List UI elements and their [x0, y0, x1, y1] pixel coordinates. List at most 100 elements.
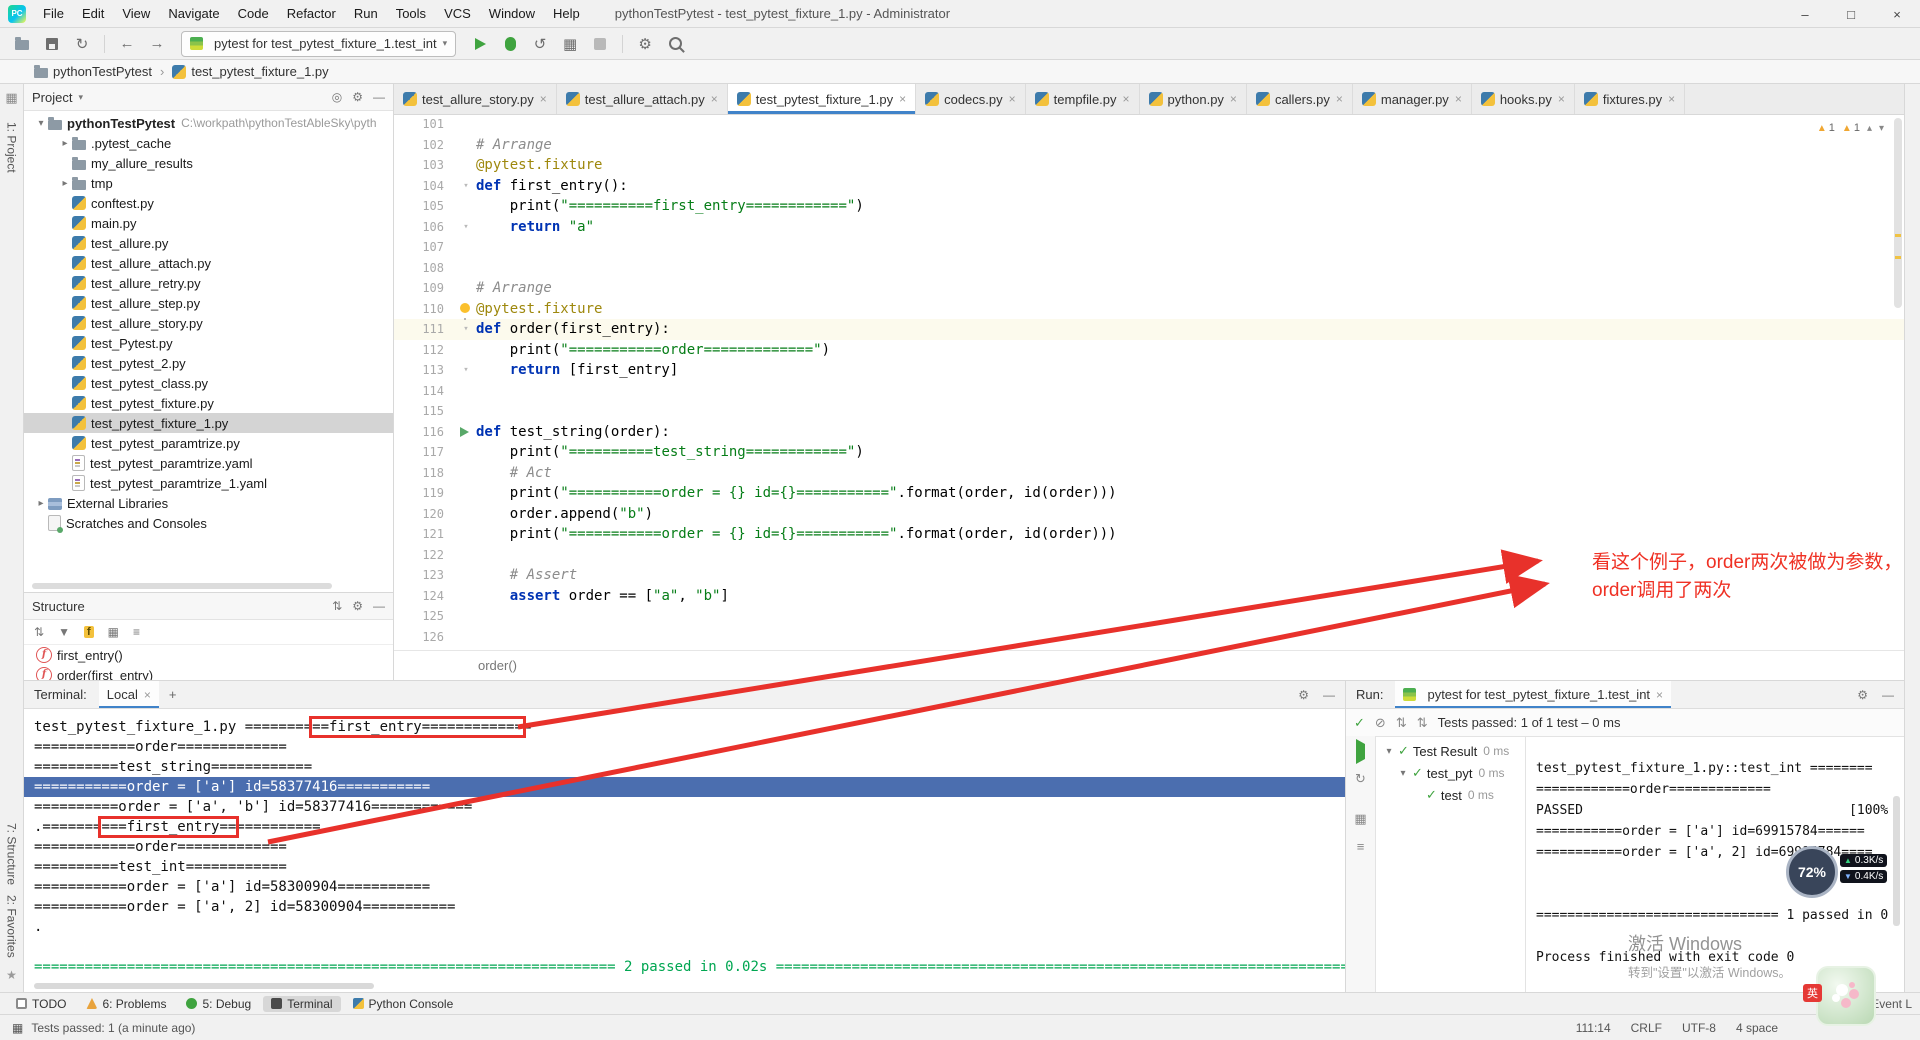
warning-indicator[interactable]: ▲ 1 [1817, 122, 1835, 134]
run-tab[interactable]: pytest for test_pytest_fixture_1.test_in… [1395, 681, 1672, 708]
tree-item-root[interactable]: ▾ pythonTestPytest C:\workpath\pythonTestA… [24, 113, 393, 133]
project-scrollbar[interactable] [32, 583, 332, 589]
code-line[interactable]: 118 # Act [394, 463, 1904, 484]
test-history-icon[interactable]: ▦ [1354, 811, 1366, 827]
sort-by-duration-icon[interactable]: ⇅ [1417, 715, 1428, 731]
tree-item[interactable]: test_pytest_paramtrize_1.yaml [24, 473, 393, 493]
warning-stripe-mark[interactable] [1895, 234, 1901, 237]
terminal-tab-local[interactable]: Local × [98, 681, 159, 708]
tree-item[interactable]: Scratches and Consoles [24, 513, 393, 533]
menu-item[interactable]: Tools [387, 0, 435, 27]
project-panel-header[interactable]: Project ▾ ◎ ⚙ — [24, 84, 393, 111]
options-menu-icon[interactable]: ≡ [1357, 839, 1365, 854]
terminal-line[interactable]: test_pytest_fixture_1.py ==========first… [34, 716, 1345, 738]
menu-item[interactable]: Navigate [159, 0, 228, 27]
menu-item[interactable]: Edit [73, 0, 113, 27]
terminal-line[interactable]: . [34, 917, 1345, 937]
show-passed-icon[interactable]: ✓ [1354, 715, 1365, 731]
show-fields-icon[interactable]: f [83, 626, 94, 638]
profiler-icon[interactable]: ▦ [558, 32, 582, 56]
editor-tab[interactable]: codecs.py × [916, 84, 1026, 114]
close-icon[interactable]: × [1230, 92, 1237, 106]
terminal-line[interactable]: ============order============= [34, 837, 1345, 857]
filter-icon[interactable]: ▼ [58, 625, 70, 639]
code-line[interactable]: 108 [394, 258, 1904, 279]
close-icon[interactable]: × [1123, 92, 1130, 106]
run-button[interactable] [468, 32, 492, 56]
terminal-line[interactable]: ========================================… [34, 957, 1345, 977]
console-line[interactable]: PASSED [100%]= [1536, 800, 1890, 821]
next-item-icon[interactable]: ▾ [1879, 123, 1884, 134]
structure-panel-header[interactable]: Structure ⇅ ⚙ — [24, 593, 393, 620]
tool-window-stripe-button[interactable]: 2: Favorites [5, 895, 19, 958]
tree-item[interactable]: test_pytest_class.py [24, 373, 393, 393]
hide-panel-icon[interactable]: — [373, 90, 385, 104]
tool-window-button-problems[interactable]: 6: Problems [78, 996, 174, 1012]
tool-window-button-python-console[interactable]: Python Console [345, 996, 462, 1012]
menu-item[interactable]: VCS [435, 0, 480, 27]
tool-window-button-terminal[interactable]: Terminal [263, 995, 341, 1012]
favorites-star-icon[interactable]: ★ [6, 968, 17, 982]
code-line[interactable]: 113 ▾ return [first_entry] [394, 360, 1904, 381]
rerun-failed-icon[interactable]: ↻ [1355, 771, 1366, 787]
menu-item[interactable]: Run [345, 0, 387, 27]
code-line[interactable]: 107 [394, 237, 1904, 258]
console-line[interactable]: test_pytest_fixture_1.py::test_int =====… [1536, 758, 1890, 779]
hide-panel-icon[interactable]: — [1882, 688, 1894, 702]
tree-item[interactable]: test_allure.py [24, 233, 393, 253]
tool-window-stripe-button[interactable]: 7: Structure [5, 823, 19, 885]
console-line[interactable]: Process finished with exit code 0 [1536, 947, 1890, 968]
terminal-line[interactable]: ===========order = ['a'] id=58377416====… [24, 777, 1345, 797]
search-everywhere-icon[interactable] [663, 32, 687, 56]
tree-item[interactable]: test_pytest_paramtrize.py [24, 433, 393, 453]
code-line[interactable]: 112 print("===========order=============… [394, 340, 1904, 361]
editor-scrollbar[interactable] [1894, 118, 1902, 308]
terminal-output[interactable]: test_pytest_fixture_1.py ==========first… [24, 709, 1345, 980]
tree-item[interactable]: test_pytest_fixture_1.py [24, 413, 393, 433]
tree-item[interactable]: ▸ tmp [24, 173, 393, 193]
console-line[interactable]: =============================== 1 passed… [1536, 905, 1890, 926]
close-icon[interactable]: × [1558, 92, 1565, 106]
chevron-down-icon[interactable]: ▾ [1396, 768, 1410, 779]
menu-item[interactable]: Window [480, 0, 544, 27]
editor-tab[interactable]: callers.py × [1247, 84, 1353, 114]
tree-item[interactable]: ▸ External Libraries [24, 493, 393, 513]
close-icon[interactable]: × [144, 688, 151, 702]
editor-tab[interactable]: test_allure_attach.py × [557, 84, 728, 114]
hide-panel-icon[interactable]: — [373, 599, 385, 613]
terminal-line[interactable]: ============order============= [34, 737, 1345, 757]
run-configuration-select[interactable]: pytest for test_pytest_fixture_1.test_in… [181, 30, 457, 57]
breadcrumb-item[interactable]: order() [478, 658, 517, 673]
code-line[interactable]: 102 # Arrange [394, 135, 1904, 156]
sort-icon[interactable]: ⇅ [332, 599, 342, 613]
gear-icon[interactable]: ⚙ [352, 90, 363, 104]
structure-item[interactable]: f order(first_entry) [24, 665, 393, 680]
tool-window-button-debug[interactable]: 5: Debug [178, 996, 259, 1012]
gear-icon[interactable]: ⚙ [352, 599, 363, 613]
tree-item[interactable]: ▸ .pytest_cache [24, 133, 393, 153]
forward-icon[interactable]: → [145, 32, 169, 56]
editor-tab[interactable]: test_pytest_fixture_1.py × [727, 84, 917, 114]
run-with-coverage-icon[interactable]: ↺ [528, 32, 552, 56]
locate-file-icon[interactable]: ◎ [332, 90, 342, 104]
status-item[interactable]: 111:14 [1576, 1021, 1611, 1035]
console-line[interactable]: ===========order = ['a'] id=69915784====… [1536, 821, 1890, 842]
tree-item[interactable]: test_pytest_paramtrize.yaml [24, 453, 393, 473]
close-button[interactable]: × [1874, 0, 1920, 28]
menu-item[interactable]: Help [544, 0, 589, 27]
code-line[interactable]: 114 [394, 381, 1904, 402]
tool-window-toggle-icon[interactable]: ▦ [12, 1021, 23, 1035]
code-line[interactable]: 111 ▾ def order(first_entry): [394, 319, 1904, 340]
tree-item[interactable]: my_allure_results [24, 153, 393, 173]
status-item[interactable]: UTF-8 [1682, 1021, 1716, 1035]
terminal-line[interactable]: ==========order = ['a', 'b'] id=58377416… [34, 797, 1345, 817]
close-icon[interactable]: × [1009, 92, 1016, 106]
maximize-button[interactable]: □ [1828, 0, 1874, 28]
code-line[interactable]: 117 print("==========test_string========… [394, 442, 1904, 463]
test-tree-item[interactable]: ▾ ✓ test_pyt 0 ms [1376, 762, 1525, 784]
code-line[interactable]: 103 @pytest.fixture [394, 155, 1904, 176]
close-icon[interactable]: × [1455, 92, 1462, 106]
chevron-right-icon[interactable]: ▸ [58, 178, 72, 189]
terminal-line[interactable]: ===========order = ['a'] id=58300904====… [34, 877, 1345, 897]
code-line[interactable]: 126 [394, 627, 1904, 648]
